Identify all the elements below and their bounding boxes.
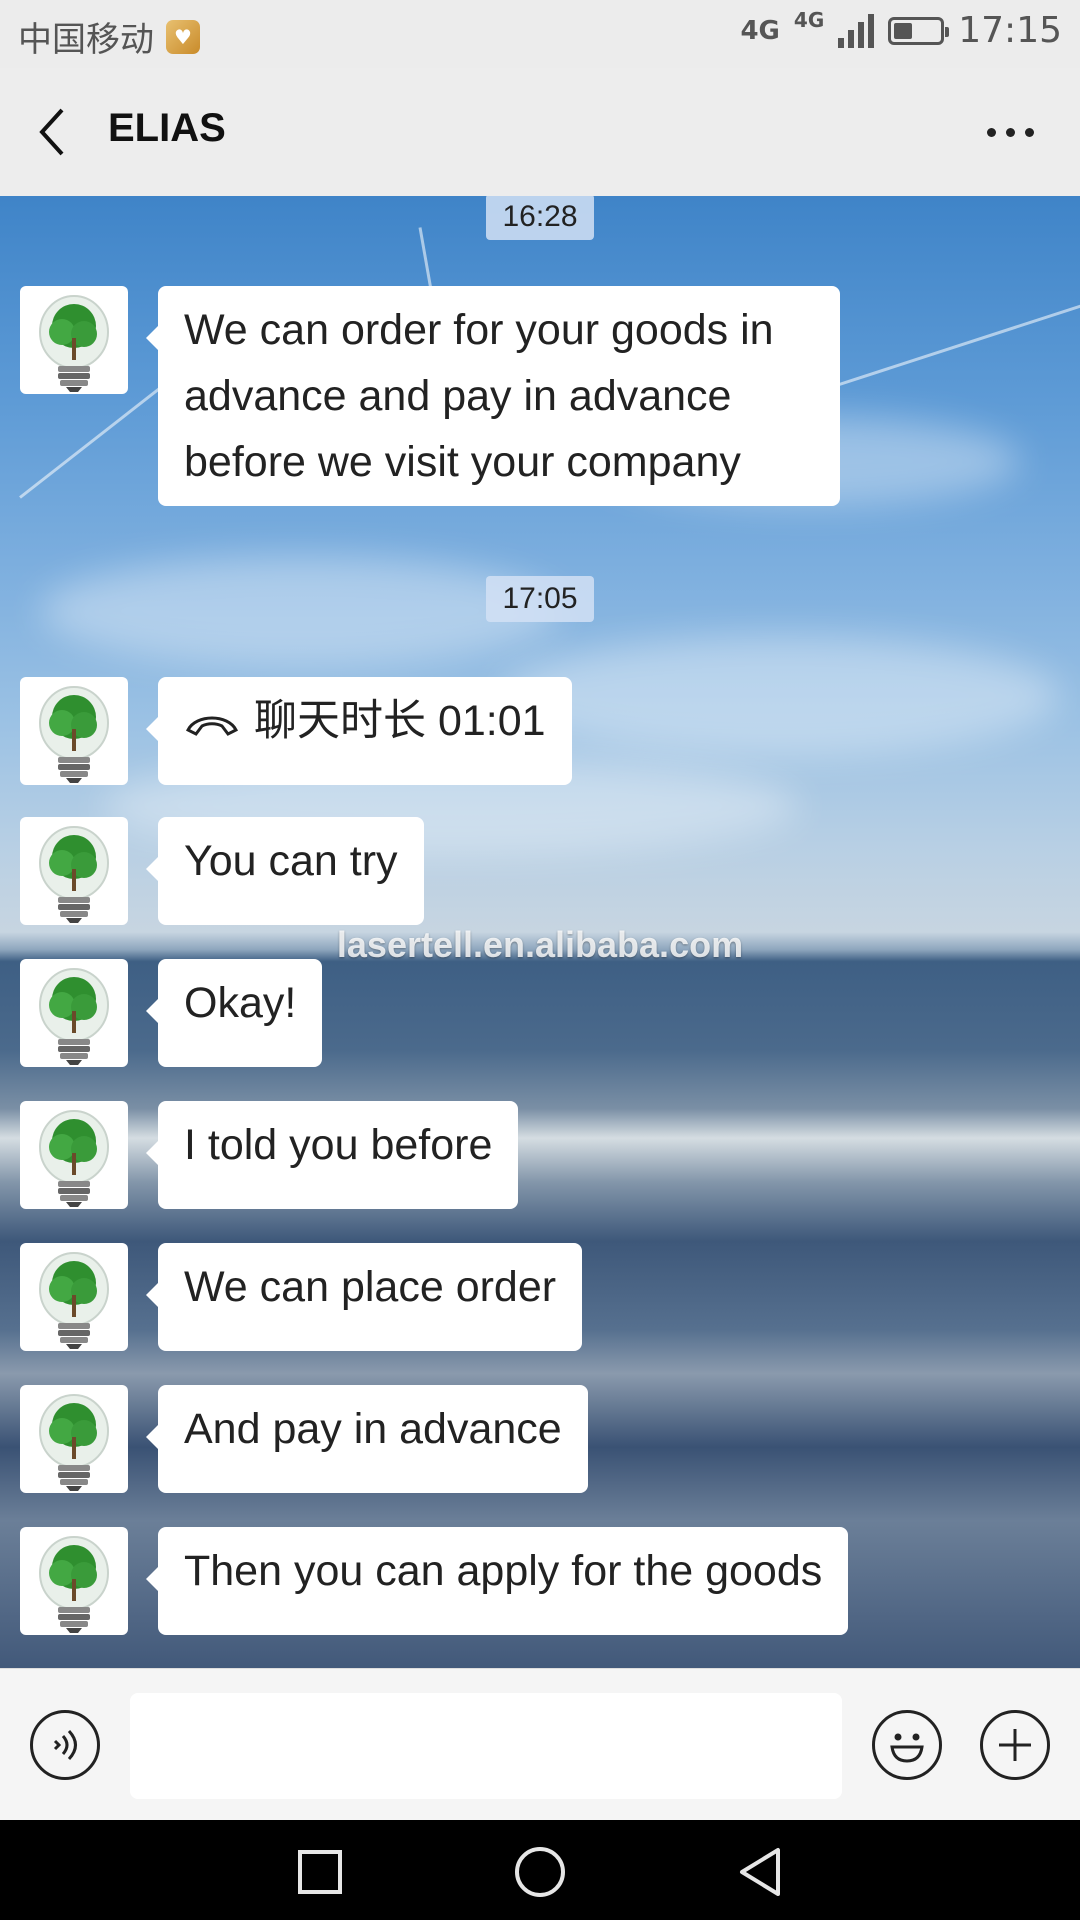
message-bubble[interactable]: Okay!	[145, 959, 323, 1067]
lightbulb-tree-icon	[39, 1110, 109, 1207]
network-indicator-1: 4G	[740, 15, 780, 46]
carrier-name: 中国移动	[18, 20, 154, 60]
circle-icon	[515, 1847, 565, 1897]
status-bar: 中国移动 ♥ 4G 4G 17:15	[0, 0, 1080, 68]
home-button[interactable]	[510, 1842, 570, 1902]
avatar[interactable]	[20, 1101, 128, 1209]
more-dots-icon	[986, 127, 996, 137]
chat-title: ELIAS	[108, 106, 226, 150]
lightbulb-tree-icon	[39, 1252, 109, 1349]
message-5: I told you before	[20, 1101, 519, 1209]
timestamp-2: 17:05	[0, 576, 1080, 622]
chat-header: ELIAS	[0, 68, 1080, 196]
back-nav-button[interactable]	[730, 1842, 790, 1902]
call-message-bubble[interactable]: 聊天时长 01:01	[146, 677, 572, 785]
lightbulb-tree-icon	[39, 1536, 109, 1633]
status-right: 4G 4G 17:15	[740, 10, 1062, 51]
plus-icon	[999, 1729, 1031, 1761]
message-6: We can place order	[20, 1243, 583, 1351]
avatar[interactable]	[20, 286, 128, 394]
recent-apps-button[interactable]	[290, 1842, 350, 1902]
message-3: You can try	[20, 817, 424, 925]
back-button[interactable]	[28, 100, 88, 164]
message-input[interactable]	[130, 1693, 842, 1799]
message-bubble[interactable]: You can try	[146, 817, 424, 925]
more-button[interactable]	[980, 112, 1040, 152]
lightbulb-tree-icon	[39, 1394, 109, 1491]
phone-hangup-icon	[185, 716, 239, 736]
battery-icon	[888, 16, 950, 45]
avatar[interactable]	[20, 959, 128, 1067]
carrier-group: 中国移动 ♥	[18, 12, 200, 61]
message-7: And pay in advance	[20, 1385, 588, 1493]
lightbulb-tree-icon	[39, 295, 109, 392]
message-8: Then you can apply for the goods	[20, 1527, 849, 1635]
lightbulb-tree-icon	[39, 968, 109, 1065]
timestamp-label: 16:28	[486, 196, 594, 240]
network-indicator-2: 4G	[793, 8, 825, 32]
voice-button[interactable]	[30, 1710, 100, 1780]
avatar[interactable]	[20, 677, 128, 785]
emoji-icon	[890, 1733, 924, 1763]
message-bubble[interactable]: We can order for your goods in advance a…	[146, 286, 840, 506]
message-2: 聊天时长 01:01	[20, 677, 572, 785]
system-nav-bar	[0, 1820, 1080, 1920]
signal-icon	[838, 13, 875, 48]
voice-icon	[53, 1729, 77, 1761]
chevron-left-icon	[39, 108, 64, 156]
message-bubble[interactable]: And pay in advance	[146, 1385, 588, 1493]
message-bubble[interactable]: I told you before	[145, 1101, 519, 1209]
avatar[interactable]	[20, 1385, 128, 1493]
triangle-back-icon	[740, 1848, 780, 1896]
lightbulb-tree-icon	[39, 686, 109, 783]
timestamp-label: 17:05	[486, 576, 594, 622]
call-duration-label: 聊天时长 01:01	[254, 697, 546, 745]
lightbulb-tree-icon	[39, 826, 109, 923]
timestamp-1: 16:28	[0, 196, 1080, 240]
emoji-button[interactable]	[872, 1710, 942, 1780]
input-bar	[0, 1668, 1080, 1821]
status-time: 17:15	[958, 10, 1062, 51]
message-1: We can order for your goods in advance a…	[20, 286, 840, 506]
message-4: Okay!	[20, 959, 323, 1067]
message-bubble[interactable]: Then you can apply for the goods	[145, 1527, 849, 1635]
avatar[interactable]	[20, 1243, 128, 1351]
avatar[interactable]	[20, 1527, 128, 1635]
avatar[interactable]	[20, 817, 128, 925]
plus-button[interactable]	[980, 1710, 1050, 1780]
square-icon	[298, 1850, 342, 1894]
chat-area[interactable]: lasertell.en.alibaba.com 16:28 We can or…	[0, 196, 1080, 1668]
health-app-icon: ♥	[166, 19, 200, 54]
message-bubble[interactable]: We can place order	[145, 1243, 583, 1351]
